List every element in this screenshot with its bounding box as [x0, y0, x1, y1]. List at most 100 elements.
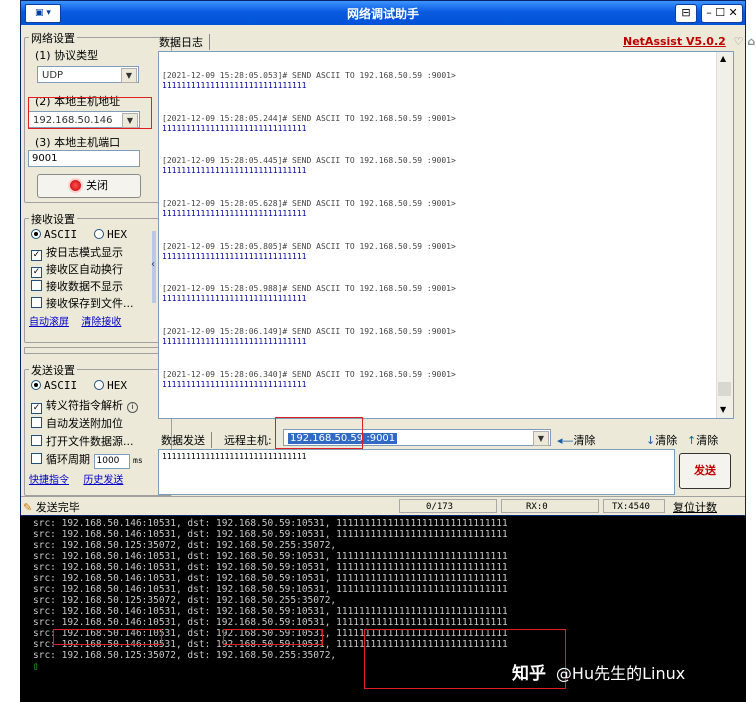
auto-scroll-link[interactable]: 自动滚屏 — [29, 317, 69, 328]
version-link[interactable]: NetAssist V5.0.2 — [623, 35, 726, 48]
protocol-value: UDP — [42, 70, 64, 81]
receive-hex-label: HEX — [107, 228, 127, 241]
log-data: 111111111111111111111111111111 — [162, 380, 307, 389]
clear-label: 清除 — [696, 434, 719, 447]
checkbox-icon[interactable] — [31, 417, 42, 428]
clear-receive-link[interactable]: 清除接收 — [81, 317, 121, 328]
receive-log-area[interactable]: ▲ ▼ [2021-12-09 15:28:05.053]# SEND ASCI… — [158, 51, 734, 419]
terminal-line: src: 192.168.50.146:10531, dst: 192.168.… — [33, 562, 508, 573]
tx-count: TX:4540 — [603, 499, 665, 513]
radio-ascii[interactable] — [31, 229, 41, 239]
status-text: 发送完毕 — [35, 501, 80, 514]
clear-all-button[interactable]: ↑清除 — [687, 432, 718, 448]
checkbox-checked-icon[interactable]: ✓ — [31, 403, 42, 414]
receive-links: 自动滚屏 清除接收 — [29, 313, 121, 328]
log-entry: [2021-12-09 15:28:05.805]# SEND ASCII TO… — [162, 242, 456, 262]
option-label: 自动发送附加位 — [46, 417, 123, 430]
collapse-arrow-icon[interactable]: ‹ — [151, 259, 155, 270]
help-icon[interactable]: ⌂ — [747, 35, 755, 48]
history-link[interactable]: 历史发送 — [83, 475, 123, 486]
log-data: 111111111111111111111111111111 — [162, 337, 307, 346]
option-auto-wrap[interactable]: ✓ 接收区自动换行 — [31, 261, 123, 278]
send-settings-group: 发送设置 ASCII HEX ✓ 转义符指令解析 i 自动发送附加位 打开文件数据源… — [24, 362, 172, 496]
checkbox-icon[interactable] — [31, 435, 42, 446]
window-controls[interactable]: – ☐ ✕ — [701, 4, 743, 23]
checkbox-icon[interactable] — [31, 297, 42, 308]
option-label: 接收数据不显示 — [46, 280, 123, 293]
option-log-mode[interactable]: ✓ 按日志模式显示 — [31, 244, 123, 261]
receive-mode-radios: ASCII HEX — [31, 228, 127, 241]
heart-icon[interactable]: ♡ — [734, 35, 744, 48]
terminal-line: src: 192.168.50.146:10531, dst: 192.168.… — [33, 617, 508, 628]
brand-link[interactable]: NetAssist V5.0.2 ♡ ⌂ — [623, 35, 755, 48]
checkbox-checked-icon[interactable]: ✓ — [31, 267, 42, 278]
scroll-down-icon[interactable]: ▼ — [720, 405, 726, 414]
info-icon[interactable]: i — [127, 402, 138, 413]
close-button-label: 关闭 — [86, 179, 108, 192]
log-timestamp: [2021-12-09 15:28:06.340]# SEND ASCII TO… — [162, 370, 456, 379]
watermark-author: @Hu先生的Linux — [555, 664, 686, 683]
clear-remote-button[interactable]: ◂—清除 — [557, 432, 596, 448]
clear-send-button[interactable]: ↓清除 — [646, 432, 677, 448]
radio-ascii[interactable] — [31, 380, 41, 390]
log-data: 111111111111111111111111111111 — [162, 209, 307, 218]
netassist-window: ▣ ▾ 网络调试助手 ⊟ – ☐ ✕ 网络设置 (1) 协议类型 UDP ▼ (… — [20, 0, 755, 516]
option-label: 接收区自动换行 — [46, 263, 123, 276]
radio-hex[interactable] — [94, 380, 105, 390]
terminal-line: src: 192.168.50.125:35072, dst: 192.168.… — [33, 595, 337, 606]
terminal-line: src: 192.168.50.146:10531, dst: 192.168.… — [33, 606, 508, 617]
scroll-up-icon[interactable]: ▲ — [720, 54, 726, 63]
terminal-line: src: 192.168.50.146:10531, dst: 192.168.… — [33, 551, 508, 562]
option-save-file[interactable]: 接收保存到文件... — [31, 295, 134, 311]
option-cycle[interactable]: 循环周期 1000 ms — [31, 451, 143, 469]
tab-data-send[interactable]: 数据发送 — [161, 432, 212, 448]
option-escape[interactable]: ✓ 转义符指令解析 i — [31, 397, 138, 414]
terminal-line: src: 192.168.50.125:35072, dst: 192.168.… — [33, 540, 337, 551]
scroll-thumb[interactable] — [718, 382, 731, 396]
log-scrollbar[interactable]: ▲ ▼ — [716, 52, 733, 418]
log-data: 111111111111111111111111111111 — [162, 294, 307, 303]
terminal-line: src: 192.168.50.146:10531, dst: 192.168.… — [33, 518, 508, 529]
shortcut-link[interactable]: 快捷指令 — [29, 475, 69, 486]
title-bar: ▣ ▾ 网络调试助手 ⊟ – ☐ ✕ — [21, 1, 745, 25]
reset-count-button[interactable]: 复位计数 — [673, 499, 717, 515]
protocol-select[interactable]: UDP ▼ — [37, 66, 139, 83]
log-entry: [2021-12-09 15:28:05.628]# SEND ASCII TO… — [162, 199, 456, 219]
log-entry: [2021-12-09 15:28:05.053]# SEND ASCII TO… — [162, 71, 456, 91]
log-entry: [2021-12-09 15:28:06.149]# SEND ASCII TO… — [162, 327, 456, 347]
remote-host-label: 远程主机: — [224, 434, 272, 447]
checkbox-icon[interactable] — [31, 280, 42, 291]
clear-label: 清除 — [573, 434, 596, 447]
log-timestamp: [2021-12-09 15:28:05.805]# SEND ASCII TO… — [162, 242, 456, 251]
log-data: 111111111111111111111111111111 — [162, 252, 307, 261]
terminal-line: src: 192.168.50.146:10531, dst: 192.168.… — [33, 573, 508, 584]
option-open-file[interactable]: 打开文件数据源... — [31, 433, 134, 449]
log-entry: [2021-12-09 15:28:06.340]# SEND ASCII TO… — [162, 370, 456, 390]
log-timestamp: [2021-12-09 15:28:05.445]# SEND ASCII TO… — [162, 156, 456, 165]
arrow-down-icon: ↓ — [646, 434, 656, 447]
close-connection-button[interactable]: 关闭 — [37, 174, 141, 198]
send-text-area[interactable]: 111111111111111111111111111111 — [158, 449, 675, 495]
pin-icon[interactable]: ⊟ — [675, 4, 697, 23]
chevron-down-icon[interactable]: ▼ — [121, 68, 137, 83]
terminal-line: src: 192.168.50.125:35072, dst: 192.168.… — [33, 650, 337, 661]
tab-data-log[interactable]: 数据日志 — [159, 34, 210, 50]
log-timestamp: [2021-12-09 15:28:05.244]# SEND ASCII TO… — [162, 114, 456, 123]
receive-ascii-label: ASCII — [44, 228, 78, 241]
log-data: 111111111111111111111111111111 — [162, 124, 307, 133]
send-button[interactable]: 发送 — [679, 453, 731, 489]
option-auto-append[interactable]: 自动发送附加位 — [31, 415, 123, 431]
local-port-input[interactable]: 9001 — [28, 150, 140, 167]
remote-host-highlight — [275, 417, 363, 449]
checkbox-checked-icon[interactable]: ✓ — [31, 250, 42, 261]
dst-highlight — [223, 629, 323, 645]
settings-panel: 网络设置 (1) 协议类型 UDP ▼ (2) 本地主机地址 192.168.5… — [24, 29, 172, 499]
arrow-up-icon: ↑ — [687, 434, 697, 447]
checkbox-icon[interactable] — [31, 453, 42, 464]
option-hide-data[interactable]: 接收数据不显示 — [31, 278, 123, 294]
cycle-period-input[interactable]: 1000 — [93, 454, 130, 469]
radio-hex[interactable] — [94, 229, 105, 239]
log-entry: [2021-12-09 15:28:05.988]# SEND ASCII TO… — [162, 284, 456, 304]
status-bar: ✎ 发送完毕 0/173 RX:0 TX:4540 复位计数 — [21, 496, 745, 515]
chevron-down-icon[interactable]: ▼ — [533, 431, 549, 446]
